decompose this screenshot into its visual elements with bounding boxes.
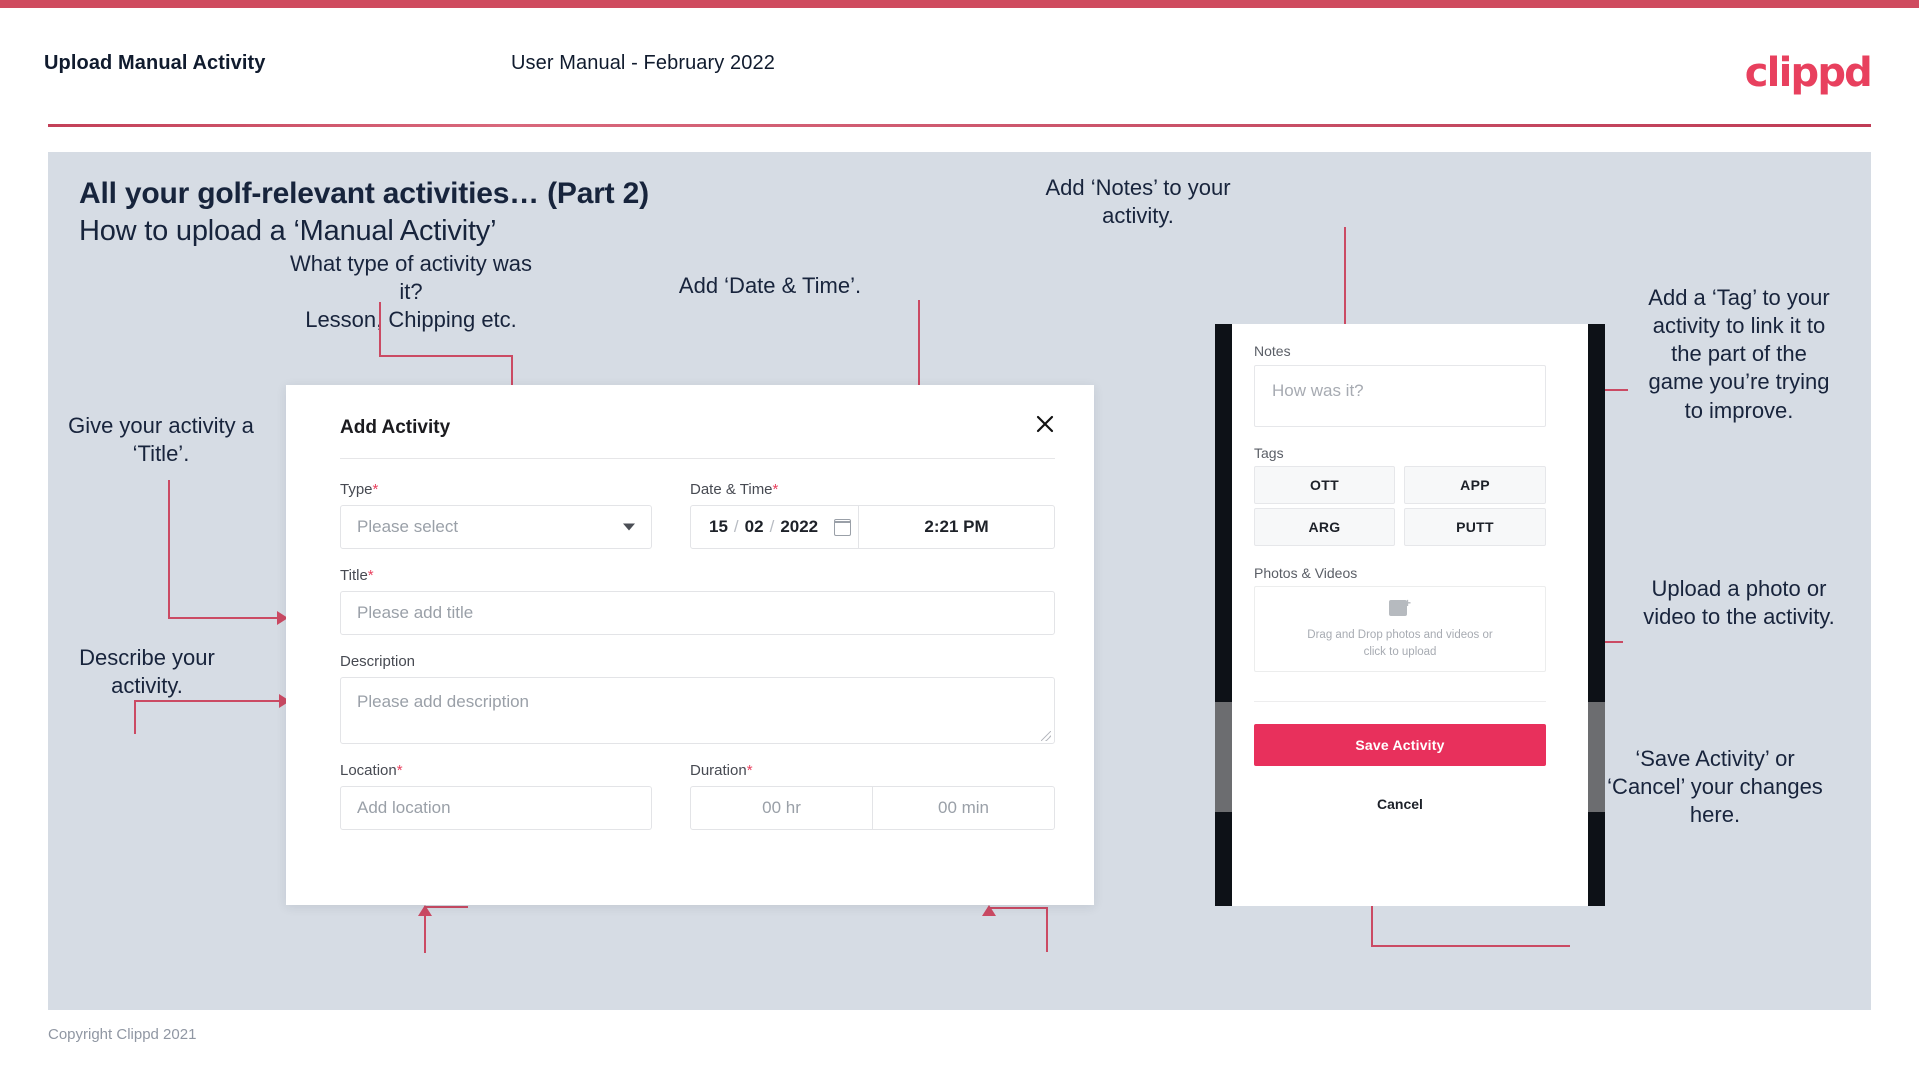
tag-button-arg[interactable]: ARG (1254, 508, 1395, 546)
tags-label: Tags (1254, 445, 1284, 461)
clippd-logo: clippd (1744, 50, 1873, 96)
annotation-save-cancel: ‘Save Activity’ or ‘Cancel’ your changes… (1607, 746, 1823, 828)
datetime-label-text: Date & Time (690, 481, 773, 498)
type-label: Type* (340, 481, 378, 498)
date-input[interactable]: 15 / 02 / 2022 (691, 506, 859, 548)
annotation-type: What type of activity was it? Lesson, Ch… (289, 251, 533, 333)
arrow-notes-seg1 (1344, 227, 1346, 330)
phone-bezel-left-accent (1215, 702, 1232, 812)
annotation-notes: Add ‘Notes’ to your activity. (1045, 175, 1231, 229)
photos-label: Photos & Videos (1254, 565, 1358, 581)
description-label: Description (340, 653, 416, 670)
duration-required-asterisk: * (746, 762, 753, 779)
header-divider (48, 124, 1871, 127)
annotation-datetime: Add ‘Date & Time’. (678, 273, 862, 298)
top-accent-bar (0, 0, 1919, 8)
annotation-tags: Add a ‘Tag’ to your activity to link it … (1648, 285, 1830, 423)
arrow-title-seg4 (168, 480, 170, 618)
type-required-asterisk: * (372, 481, 379, 498)
dropzone-line-2: click to upload (1363, 645, 1437, 658)
time-input[interactable]: 2:21 PM (859, 506, 1054, 548)
calendar-icon[interactable] (833, 518, 852, 536)
phone-mockup: Notes How was it? Tags OTT APP ARG PUTT … (1215, 324, 1605, 906)
location-placeholder: Add location (357, 798, 451, 817)
title-label: Title* (340, 567, 374, 584)
duration-minutes-input[interactable]: 00 min (872, 787, 1054, 829)
title-input[interactable]: Please add title (340, 591, 1055, 635)
add-image-icon: + (1389, 597, 1411, 617)
notes-label: Notes (1254, 343, 1291, 359)
date-month: 02 (744, 517, 764, 536)
phone-bezel-right (1588, 324, 1605, 906)
location-label: Location* (340, 762, 403, 779)
dropzone-line-1: Drag and Drop photos and videos or (1307, 628, 1493, 641)
dialog-title: Add Activity (340, 417, 451, 438)
arrow-duration-head (982, 905, 996, 916)
location-required-asterisk: * (396, 762, 403, 779)
duration-label-text: Duration (690, 762, 747, 779)
duration-label: Duration* (690, 762, 753, 779)
page-header: Upload Manual Activity User Manual - Feb… (0, 8, 1919, 126)
phone-bezel-right-accent (1588, 702, 1605, 812)
title-label-text: Title (340, 567, 368, 584)
annotation-title: Give your activity a ‘Title’. (68, 413, 254, 467)
arrow-location-head (418, 905, 432, 916)
description-placeholder: Please add description (357, 692, 530, 711)
arrow-type-seg2 (379, 355, 513, 357)
title-required-asterisk: * (367, 567, 374, 584)
arrow-type-seg1 (379, 302, 381, 356)
type-select[interactable]: Please select (340, 505, 652, 549)
date-sep-1: / (733, 517, 739, 536)
page-subtitle: User Manual - February 2022 (511, 52, 775, 74)
type-label-text: Type (340, 481, 373, 498)
type-placeholder: Please select (357, 517, 459, 536)
slide-subtitle: How to upload a ‘Manual Activity’ (79, 215, 497, 247)
tag-button-app[interactable]: APP (1404, 466, 1546, 504)
slide-title: All your golf-relevant activities… (Part… (79, 177, 649, 210)
annotation-description: Describe your activity. (79, 645, 215, 699)
dialog-divider (340, 458, 1055, 459)
duration-hours-input[interactable]: 00 hr (691, 787, 872, 829)
cancel-button[interactable]: Cancel (1254, 788, 1546, 820)
resize-grip-icon[interactable] (1041, 731, 1051, 741)
add-activity-dialog: Add Activity Type* Please select Date & … (286, 385, 1094, 905)
phone-bezel-left (1215, 324, 1232, 906)
phone-divider (1254, 701, 1546, 702)
arrow-type-seg3 (511, 355, 513, 387)
annotation-upload: Upload a photo or video to the activity. (1643, 576, 1835, 630)
location-input[interactable]: Add location (340, 786, 652, 830)
arrow-title-seg3 (168, 617, 280, 619)
arrow-description-seg2 (134, 700, 282, 702)
location-label-text: Location (340, 762, 397, 779)
datetime-field[interactable]: 15 / 02 / 2022 2:21 PM (690, 505, 1055, 549)
page-title: Upload Manual Activity (44, 52, 266, 74)
arrow-description-seg1 (134, 700, 136, 734)
datetime-label: Date & Time* (690, 481, 778, 498)
tag-button-ott[interactable]: OTT (1254, 466, 1395, 504)
arrow-duration-seg1 (1046, 908, 1048, 952)
close-icon[interactable] (1028, 407, 1062, 441)
date-year: 2022 (780, 517, 819, 536)
date-sep-2: / (769, 517, 775, 536)
datetime-required-asterisk: * (772, 481, 779, 498)
notes-placeholder: How was it? (1272, 381, 1364, 400)
arrow-save-seg1 (1371, 945, 1570, 947)
photo-dropzone[interactable]: + Drag and Drop photos and videos or cli… (1254, 586, 1546, 672)
slide-root: Upload Manual Activity User Manual - Feb… (0, 0, 1919, 1079)
description-textarea[interactable]: Please add description (340, 677, 1055, 744)
save-activity-button[interactable]: Save Activity (1254, 724, 1546, 766)
copyright-text: Copyright Clippd 2021 (48, 1026, 197, 1043)
chevron-down-icon (623, 523, 635, 531)
duration-field: 00 hr 00 min (690, 786, 1055, 830)
phone-screen: Notes How was it? Tags OTT APP ARG PUTT … (1232, 324, 1588, 906)
arrow-duration-seg2 (988, 907, 1048, 909)
date-day: 15 (709, 517, 728, 536)
tag-button-putt[interactable]: PUTT (1404, 508, 1546, 546)
title-placeholder: Please add title (357, 603, 474, 622)
